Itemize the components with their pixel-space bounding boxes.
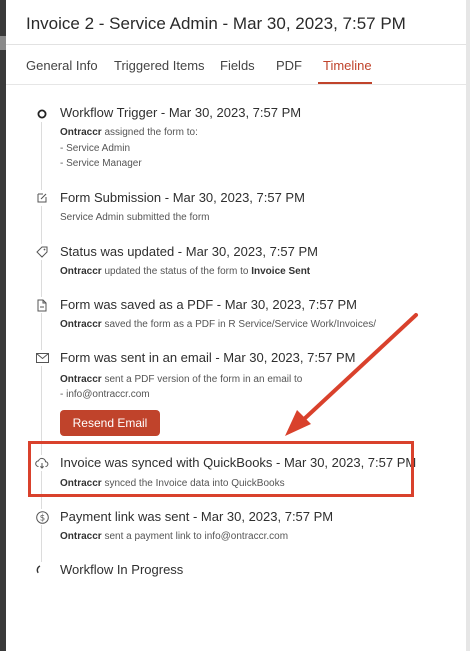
annotation-arrow-icon [285,313,418,436]
invoice-panel: Invoice 2 - Service Admin - Mar 30, 2023… [6,0,470,651]
window-edge-right [466,0,470,651]
